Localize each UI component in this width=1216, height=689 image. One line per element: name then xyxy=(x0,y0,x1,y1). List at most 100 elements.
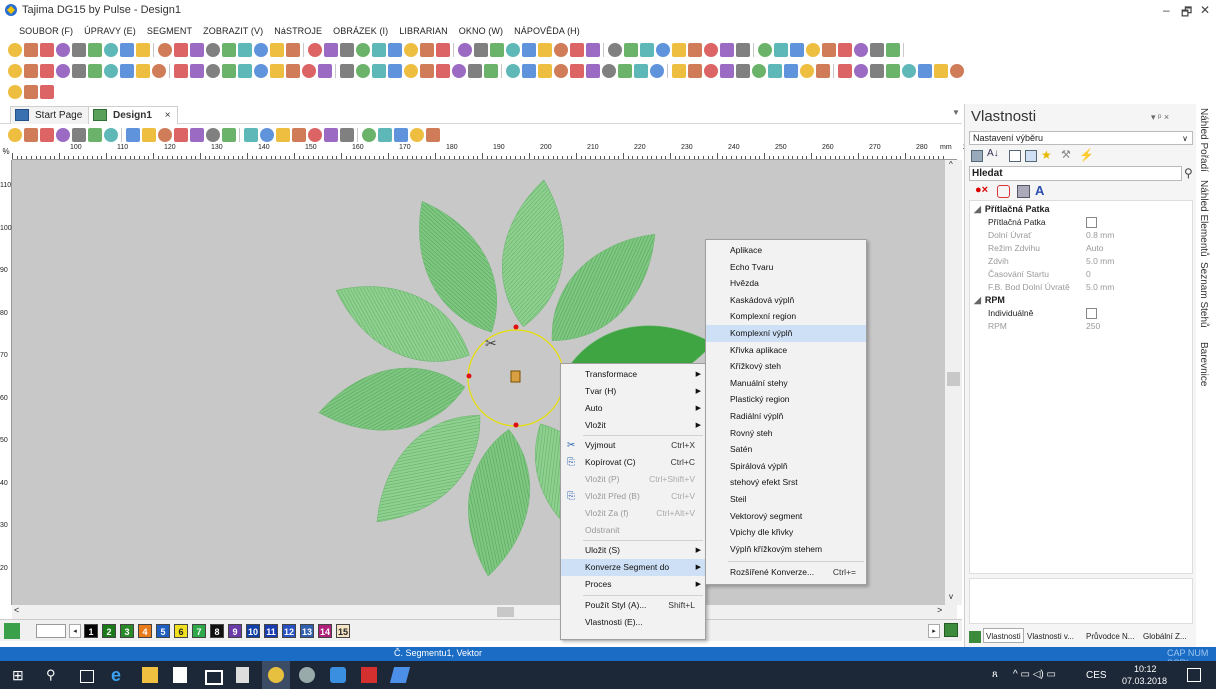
toolbar-button-icon[interactable] xyxy=(854,64,868,78)
toolbar-button-icon[interactable] xyxy=(206,128,220,142)
tab-guide[interactable]: Průvodce N... xyxy=(1086,628,1134,645)
toolbar-button-icon[interactable] xyxy=(8,43,22,57)
toolbar-button-icon[interactable] xyxy=(854,43,868,57)
thread-swatch[interactable]: 15 xyxy=(336,624,350,638)
property-value[interactable]: 5.0 mm xyxy=(1086,281,1114,294)
favorite-star-icon[interactable]: ★ xyxy=(1041,148,1052,162)
view-icon[interactable] xyxy=(1025,150,1037,162)
clock-date[interactable]: 07.03.2018 xyxy=(1122,676,1167,686)
toolbar-button-icon[interactable] xyxy=(436,43,450,57)
panel-pin-close-icon[interactable]: ▾ ᵖ × xyxy=(1151,112,1169,123)
toolbar-button-icon[interactable] xyxy=(656,43,670,57)
toolbar-button-icon[interactable] xyxy=(490,43,504,57)
thread-swatch[interactable]: 6 xyxy=(174,624,188,638)
toolbar-button-icon[interactable] xyxy=(88,43,102,57)
toolbar-button-icon[interactable] xyxy=(806,43,820,57)
restore-button[interactable]: 🗗 xyxy=(1181,3,1192,24)
convert-option-16[interactable]: Vektorový segment xyxy=(706,508,866,525)
toolbar-button-icon[interactable] xyxy=(308,43,322,57)
context-item-5[interactable]: ⎘ Kopírovat (C) Ctrl+C xyxy=(561,454,705,471)
toolbar-button-icon[interactable] xyxy=(174,43,188,57)
machine-icon[interactable] xyxy=(1017,185,1030,198)
menu-librarian[interactable]: LIBRARIAN xyxy=(395,22,451,40)
property-value[interactable]: Auto xyxy=(1086,242,1104,255)
menu-view[interactable]: ZOBRAZIT (V) xyxy=(199,22,267,40)
toolbar-button-icon[interactable] xyxy=(554,43,568,57)
context-item-9[interactable]: Odstranit xyxy=(561,522,705,539)
toolbar-button-icon[interactable] xyxy=(458,43,472,57)
toolbar-button-icon[interactable] xyxy=(72,43,86,57)
convert-option-4[interactable]: Komplexní region xyxy=(706,308,866,325)
toolbar-button-icon[interactable] xyxy=(72,64,86,78)
toolbar-button-icon[interactable] xyxy=(522,43,536,57)
toolbar-button-icon[interactable] xyxy=(790,43,804,57)
property-value[interactable]: 250 xyxy=(1086,320,1100,333)
tajima-icon[interactable] xyxy=(268,667,284,683)
language-indicator[interactable]: CES xyxy=(1086,670,1107,681)
side-tab-colorway[interactable]: Barevnice xyxy=(1198,342,1209,386)
menu-tools[interactable]: NáSTROJE xyxy=(270,22,326,40)
notification-icon[interactable] xyxy=(1187,668,1201,682)
toolbar-button-icon[interactable] xyxy=(8,128,22,142)
tab-close-icon[interactable]: × xyxy=(165,110,171,121)
toolbar-button-icon[interactable] xyxy=(388,43,402,57)
thread-swatch[interactable]: 1 xyxy=(84,624,98,638)
toolbar-button-icon[interactable] xyxy=(292,128,306,142)
tab-start-page[interactable]: Start Page xyxy=(10,106,90,124)
toolbar-button-icon[interactable] xyxy=(950,64,964,78)
toolbar-button-icon[interactable] xyxy=(238,43,252,57)
toolbar-button-icon[interactable] xyxy=(372,64,386,78)
toolbar-button-icon[interactable] xyxy=(324,43,338,57)
toolbar-button-icon[interactable] xyxy=(136,43,150,57)
context-item-0[interactable]: Transformace ▶ xyxy=(561,366,705,383)
toolbar-button-icon[interactable] xyxy=(420,43,434,57)
toolbar-button-icon[interactable] xyxy=(190,64,204,78)
toolbar-button-icon[interactable] xyxy=(174,64,188,78)
toolbar-button-icon[interactable] xyxy=(40,64,54,78)
toolbar-button-icon[interactable] xyxy=(302,64,316,78)
convert-option-3[interactable]: Kaskádová výplň xyxy=(706,292,866,309)
property-row[interactable]: Dolní Úvrať 0.8 mm xyxy=(970,229,1190,242)
menu-help[interactable]: NÁPOVĚDA (H) xyxy=(510,22,584,40)
scroll-down-icon[interactable]: v xyxy=(949,592,953,601)
toolbar-button-icon[interactable] xyxy=(24,64,38,78)
toolbar-button-icon[interactable] xyxy=(72,128,86,142)
extended-convert-item[interactable]: Rozšířené Konverze... Ctrl+= xyxy=(706,564,866,581)
toolbar-button-icon[interactable] xyxy=(88,64,102,78)
filter-icon[interactable] xyxy=(1009,150,1021,162)
toolbar-button-icon[interactable] xyxy=(324,128,338,142)
stitch-icon[interactable] xyxy=(997,185,1010,198)
thread-swatch[interactable]: 7 xyxy=(192,624,206,638)
color-scroll-left-icon[interactable]: ◂ xyxy=(69,624,81,638)
convert-option-15[interactable]: Steil xyxy=(706,491,866,508)
toolbar-button-icon[interactable] xyxy=(506,43,520,57)
toolbar-button-icon[interactable] xyxy=(244,128,258,142)
toolbar-button-icon[interactable] xyxy=(768,64,782,78)
toolbar-button-icon[interactable] xyxy=(254,64,268,78)
toolbar-button-icon[interactable] xyxy=(404,43,418,57)
convert-option-1[interactable]: Echo Tvaru xyxy=(706,259,866,276)
app5-icon[interactable] xyxy=(389,667,411,683)
thread-swatch[interactable]: 5 xyxy=(156,624,170,638)
toolbar-button-icon[interactable] xyxy=(136,64,150,78)
toolbar-button-icon[interactable] xyxy=(602,64,616,78)
convert-option-10[interactable]: Radiální výplň xyxy=(706,408,866,425)
toolbar-button-icon[interactable] xyxy=(634,64,648,78)
toolbar-button-icon[interactable] xyxy=(372,43,386,57)
close-window-button[interactable]: ✕ xyxy=(1200,3,1210,17)
store-icon[interactable] xyxy=(173,667,187,683)
toolbar-button-icon[interactable] xyxy=(774,43,788,57)
clock-time[interactable]: 10:12 xyxy=(1134,664,1157,674)
color-scroll-right-icon[interactable]: ▸ xyxy=(928,624,940,638)
toolbar-button-icon[interactable] xyxy=(436,64,450,78)
convert-option-12[interactable]: Satén xyxy=(706,441,866,458)
collapse-icon[interactable]: ◢ xyxy=(974,204,981,214)
toolbar-button-icon[interactable] xyxy=(886,64,900,78)
tools-icon[interactable]: ⚒ xyxy=(1061,148,1071,161)
toolbar-button-icon[interactable] xyxy=(206,43,220,57)
context-item-13[interactable]: Použít Styl (A)... Shift+L xyxy=(561,597,705,614)
context-item-1[interactable]: Tvar (H) ▶ xyxy=(561,383,705,400)
toolbar-button-icon[interactable] xyxy=(356,43,370,57)
selection-dropdown[interactable]: Nastavení výběru ∨ xyxy=(969,131,1193,145)
toolbar-button-icon[interactable] xyxy=(586,43,600,57)
